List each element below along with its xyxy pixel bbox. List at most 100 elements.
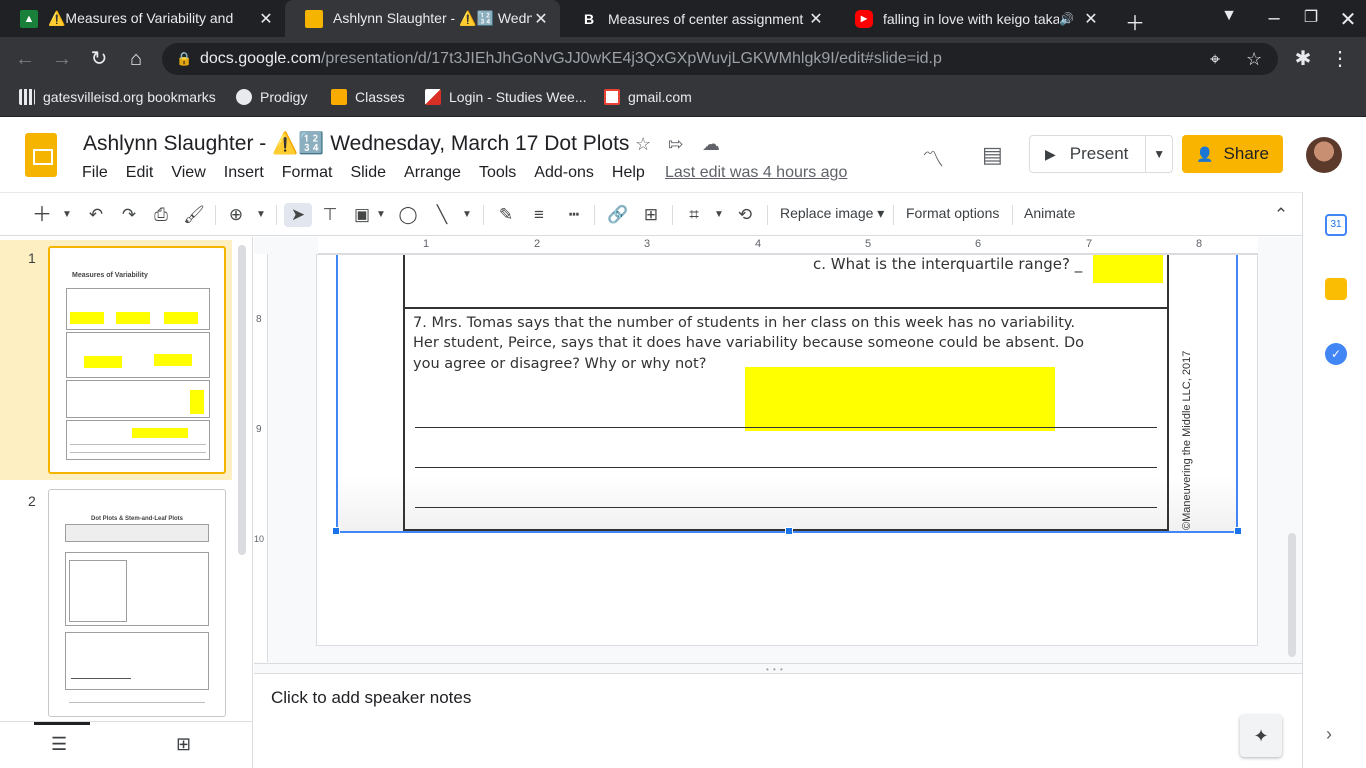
- zoom-icon[interactable]: ⊕: [224, 203, 248, 227]
- menu-add-ons[interactable]: Add-ons: [534, 164, 594, 182]
- bookmark-item[interactable]: gatesvilleisd.org bookmarks: [19, 89, 216, 105]
- menu-file[interactable]: File: [82, 164, 108, 182]
- close-icon[interactable]: ✕: [1082, 9, 1100, 29]
- vertical-ruler: 8 9 10: [254, 254, 268, 662]
- close-icon[interactable]: ✕: [807, 9, 825, 29]
- restore-icon[interactable]: ❐: [1299, 7, 1323, 27]
- present-main[interactable]: ▶ Present: [1030, 136, 1147, 172]
- chevron-down-icon[interactable]: ▼: [712, 203, 726, 227]
- extensions-icon[interactable]: ✱: [1291, 47, 1315, 71]
- location-icon[interactable]: ⌖: [1210, 49, 1220, 70]
- globe-icon: [236, 89, 252, 105]
- format-options-button[interactable]: Format options: [906, 205, 999, 221]
- browser-tab-active[interactable]: Ashlynn Slaughter - ⚠️🔢 Wedne ✕: [285, 0, 560, 37]
- explore-button[interactable]: ✦: [1240, 715, 1282, 757]
- resize-handle[interactable]: [1234, 527, 1242, 535]
- select-cursor-icon[interactable]: ➤: [284, 203, 312, 227]
- menu-tools[interactable]: Tools: [479, 164, 516, 182]
- add-comment-icon[interactable]: ⊞: [639, 203, 663, 227]
- avatar[interactable]: [1306, 137, 1342, 173]
- paint-format-icon[interactable]: 🖌: [182, 203, 206, 227]
- comments-icon[interactable]: ▤: [982, 142, 1003, 168]
- line-icon[interactable]: ╲: [430, 203, 454, 227]
- replace-image-button[interactable]: Replace image ▾: [780, 205, 884, 222]
- tab-search-icon[interactable]: ▼: [1217, 7, 1241, 25]
- present-button[interactable]: ▶ Present ▼: [1029, 135, 1173, 173]
- resize-handle[interactable]: [332, 527, 340, 535]
- forward-icon[interactable]: →: [50, 47, 74, 71]
- animate-button[interactable]: Animate: [1024, 205, 1075, 221]
- browser-menu-icon[interactable]: ⋮: [1328, 47, 1352, 71]
- image-icon[interactable]: ▣: [350, 203, 374, 227]
- close-icon[interactable]: ✕: [532, 9, 550, 29]
- collapse-toolbar-icon[interactable]: ⌃: [1269, 203, 1293, 227]
- slide-page[interactable]: c. What is the interquartile range? _ 7.…: [316, 254, 1258, 646]
- slides-logo-icon[interactable]: [25, 133, 57, 177]
- close-icon[interactable]: ✕: [257, 9, 275, 29]
- filmstrip-scrollbar[interactable]: [238, 245, 246, 555]
- shape-icon[interactable]: ◯: [396, 203, 420, 227]
- calendar-icon[interactable]: 31: [1325, 214, 1347, 236]
- slide-thumbnail-2[interactable]: 2 Dot Plots & Stem-and-Leaf Plots: [0, 483, 232, 721]
- share-button[interactable]: 👤 Share: [1182, 135, 1283, 173]
- bookmark-star-icon[interactable]: ☆: [1246, 49, 1262, 70]
- menu-insert[interactable]: Insert: [224, 164, 264, 182]
- reset-image-icon[interactable]: ⟲: [733, 203, 757, 227]
- new-tab-icon[interactable]: ＋: [1123, 7, 1147, 36]
- menu-view[interactable]: View: [171, 164, 205, 182]
- menu-format[interactable]: Format: [282, 164, 333, 182]
- minimize-icon[interactable]: –: [1262, 7, 1286, 30]
- redo-icon[interactable]: ↷: [117, 203, 141, 227]
- cloud-saved-icon[interactable]: ☁: [702, 134, 720, 155]
- bookmark-item[interactable]: Prodigy: [236, 89, 307, 105]
- menu-arrange[interactable]: Arrange: [404, 164, 461, 182]
- chevron-down-icon[interactable]: ▼: [254, 203, 268, 227]
- speaker-notes[interactable]: Click to add speaker notes: [254, 673, 1302, 768]
- menu-edit[interactable]: Edit: [126, 164, 154, 182]
- filmstrip-view-icon[interactable]: ☰: [51, 734, 67, 755]
- border-color-icon[interactable]: ✎: [494, 203, 518, 227]
- document-title[interactable]: Ashlynn Slaughter - ⚠️🔢 Wednesday, March…: [83, 132, 629, 156]
- menu-slide[interactable]: Slide: [350, 164, 386, 182]
- worksheet-image[interactable]: c. What is the interquartile range? _ 7.…: [332, 255, 1242, 535]
- notes-resize-handle[interactable]: • • •: [254, 663, 1302, 674]
- resize-handle[interactable]: [785, 527, 793, 535]
- back-icon[interactable]: ←: [13, 47, 37, 71]
- home-icon[interactable]: ⌂: [124, 47, 148, 71]
- last-edit-link[interactable]: Last edit was 4 hours ago: [665, 164, 847, 182]
- tasks-icon[interactable]: ✓: [1325, 343, 1347, 365]
- link-icon[interactable]: 🔗: [606, 203, 630, 227]
- window-close-icon[interactable]: ✕: [1336, 7, 1360, 32]
- move-to-folder-icon[interactable]: ⇰: [668, 134, 683, 155]
- browser-tab[interactable]: B Measures of center assignment - ✕: [560, 0, 835, 37]
- chevron-down-icon[interactable]: ▼: [60, 203, 74, 227]
- canvas-scrollbar[interactable]: [1288, 533, 1296, 657]
- grid-view-icon[interactable]: ⊞: [176, 734, 191, 755]
- border-weight-icon[interactable]: ≡: [527, 203, 551, 227]
- browser-tab[interactable]: ▲ ⚠️Measures of Variability and ✕: [0, 0, 285, 37]
- browser-tab[interactable]: ▶ falling in love with keigo taka 🔊 ✕: [835, 0, 1110, 37]
- menu-help[interactable]: Help: [612, 164, 645, 182]
- undo-icon[interactable]: ↶: [84, 203, 108, 227]
- new-slide-icon[interactable]: ＋: [32, 203, 52, 227]
- keep-icon[interactable]: [1325, 278, 1347, 300]
- border-dash-icon[interactable]: ┅: [562, 203, 586, 227]
- chevron-down-icon[interactable]: ▼: [1146, 147, 1172, 161]
- chevron-down-icon[interactable]: ▼: [460, 203, 474, 227]
- chevron-down-icon[interactable]: ▼: [374, 203, 388, 227]
- slide-thumbnail-1[interactable]: 1 Measures of Variability: [0, 240, 232, 480]
- url-input[interactable]: 🔒 docs.google.com/presentation/d/17t3JIE…: [162, 43, 1278, 75]
- text-box-icon[interactable]: ⊤: [318, 203, 342, 227]
- bookmark-item[interactable]: Classes: [331, 89, 405, 105]
- audio-playing-icon[interactable]: 🔊: [1059, 12, 1074, 26]
- tab-title: Measures of center assignment -: [608, 10, 807, 27]
- activity-trend-icon[interactable]: 〽: [922, 142, 944, 174]
- crop-icon[interactable]: ⌗: [682, 203, 706, 227]
- star-icon[interactable]: ☆: [635, 134, 651, 155]
- bookmark-item[interactable]: gmail.com: [604, 89, 692, 105]
- print-icon[interactable]: ⎙: [149, 203, 173, 227]
- tab-title: ⚠️Measures of Variability and: [48, 10, 234, 26]
- expand-side-panel-icon[interactable]: ›: [1326, 724, 1332, 745]
- bookmark-item[interactable]: Login - Studies Wee...: [425, 89, 586, 105]
- reload-icon[interactable]: ↻: [87, 47, 111, 71]
